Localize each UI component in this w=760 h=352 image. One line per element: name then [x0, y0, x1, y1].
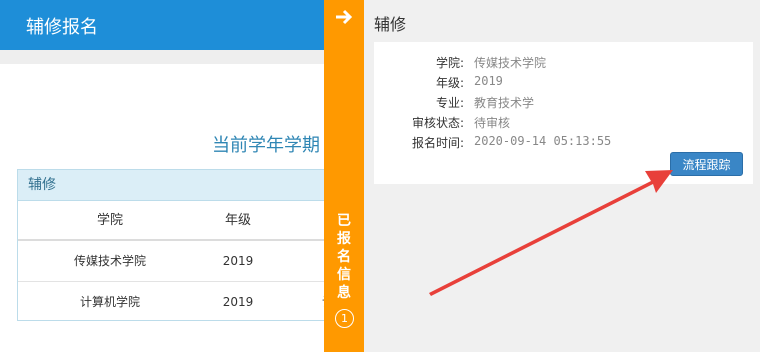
page-header: 辅修报名	[0, 0, 340, 50]
count-badge: 1	[335, 309, 354, 328]
arrow-right-icon[interactable]	[333, 6, 355, 28]
field-value: 传媒技术学院	[474, 56, 547, 70]
column-header-grade: 年级	[224, 213, 252, 228]
table-header: 学院 年级	[18, 201, 341, 241]
field-value: 2020-09-14 05:13:55	[474, 134, 612, 148]
field-label: 学院:	[435, 56, 464, 70]
cell-college: 计算机学院	[79, 295, 141, 309]
term-banner: 当前学年学期	[212, 135, 320, 156]
tab-label: 已 报 名 信 息	[324, 212, 364, 302]
field-label: 报名时间:	[411, 136, 464, 150]
cell-grade: 2019	[222, 254, 254, 268]
detail-card: 学院: 传媒技术学院 年级: 2019 专业: 教育技术学 审核状态: 待审核 …	[374, 42, 753, 184]
field-label: 专业:	[435, 96, 464, 110]
tab-label-char: 报	[337, 231, 351, 247]
field-label: 审核状态:	[411, 116, 464, 130]
field-value: 待审核	[474, 116, 511, 130]
minor-table-panel: 辅修 学院 年级 传媒技术学院 2019 计算机学院 2019 计	[17, 169, 341, 321]
cell-college: 传媒技术学院	[73, 254, 147, 268]
field-label: 年级:	[435, 76, 464, 90]
field-value: 教育技术学	[474, 96, 535, 110]
tab-label-char: 息	[337, 285, 351, 301]
tab-label-char: 名	[337, 249, 351, 265]
tab-label-char: 已	[337, 213, 351, 229]
registered-info-tab[interactable]: 已 报 名 信 息 1	[324, 0, 364, 352]
field-value: 2019	[474, 74, 503, 88]
header-divider	[0, 50, 340, 64]
column-header-college: 学院	[96, 213, 124, 228]
page-title: 辅修报名	[26, 17, 98, 38]
process-tracking-button[interactable]: 流程跟踪	[670, 152, 743, 176]
panel-title: 辅修	[18, 170, 341, 201]
detail-panel: 辅修 学院: 传媒技术学院 年级: 2019 专业: 教育技术学 审核状态: 待…	[364, 0, 760, 352]
cell-grade: 2019	[222, 295, 254, 309]
table-row: 计算机学院 2019 计	[18, 282, 341, 322]
detail-title: 辅修	[374, 15, 407, 34]
table-row: 传媒技术学院 2019	[18, 241, 341, 282]
tab-label-char: 信	[337, 267, 351, 283]
